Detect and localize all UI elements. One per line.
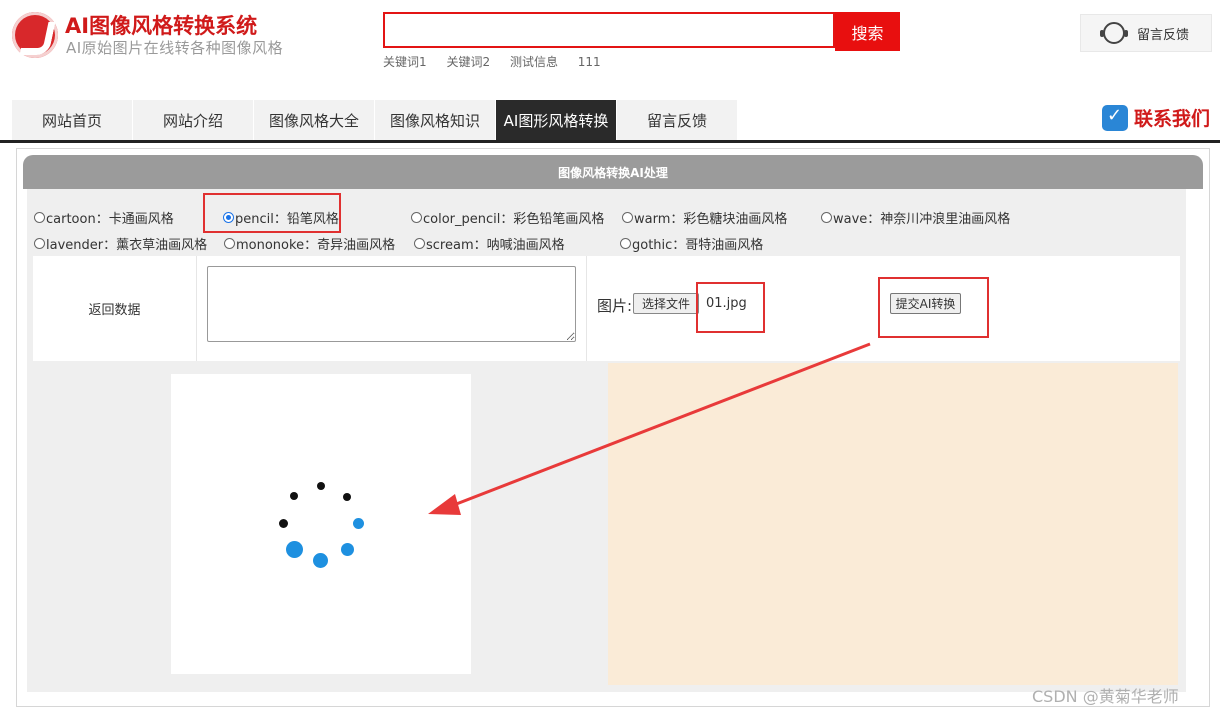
annotation-arrow	[428, 342, 871, 515]
watermark: CSDN @黄菊华老师	[1032, 687, 1179, 706]
